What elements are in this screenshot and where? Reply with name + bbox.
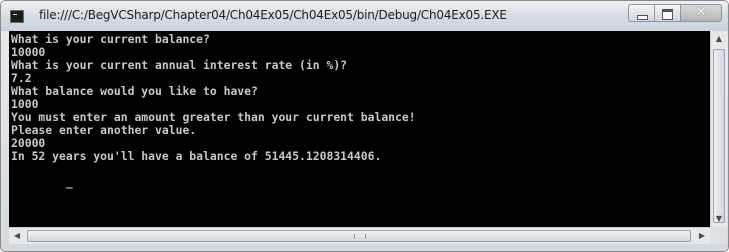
console-line: Please enter another value. <box>11 123 197 137</box>
maximize-icon <box>662 9 673 20</box>
title-bar[interactable]: file:///C:/BegVCSharp/Chapter04/Ch04Ex05… <box>1 1 728 31</box>
scroll-down-icon[interactable]: ▼ <box>711 211 727 227</box>
console-line: What balance would you like to have? <box>11 84 258 98</box>
window-title: file:///C:/BegVCSharp/Chapter04/Ch04Ex05… <box>39 8 507 22</box>
console-line: What is your current annual interest rat… <box>11 58 348 72</box>
horizontal-scrollbar[interactable]: ◀ ▶ <box>9 227 710 244</box>
console-output[interactable]: What is your current balance? 10000 What… <box>9 31 710 227</box>
resize-grip[interactable] <box>710 227 727 244</box>
close-button[interactable]: ✕ <box>680 4 722 22</box>
scroll-left-icon[interactable]: ◀ <box>9 228 25 244</box>
console-window: file:///C:/BegVCSharp/Chapter04/Ch04Ex05… <box>0 0 729 252</box>
console-line: What is your current balance? <box>11 32 210 46</box>
close-icon: ✕ <box>695 5 707 20</box>
minimize-icon <box>637 15 648 20</box>
console-lines: What is your current balance? 10000 What… <box>11 32 416 189</box>
caption-buttons: ✕ <box>628 4 722 22</box>
console-cursor-line: _ <box>11 163 416 189</box>
vertical-scroll-thumb[interactable] <box>713 49 725 223</box>
console-line: In 52 years you'll have a balance of 514… <box>11 149 382 163</box>
horizontal-scroll-thumb[interactable] <box>27 230 691 242</box>
console-cursor: _ <box>65 175 73 189</box>
scroll-up-icon[interactable]: ▲ <box>711 31 727 47</box>
minimize-button[interactable] <box>628 4 654 22</box>
maximize-button[interactable] <box>654 4 680 22</box>
console-icon[interactable] <box>10 10 24 23</box>
scroll-right-icon[interactable]: ▶ <box>694 228 710 244</box>
scroll-grip-icon <box>354 234 366 239</box>
vertical-scrollbar[interactable]: ▲ ▼ <box>710 31 727 227</box>
